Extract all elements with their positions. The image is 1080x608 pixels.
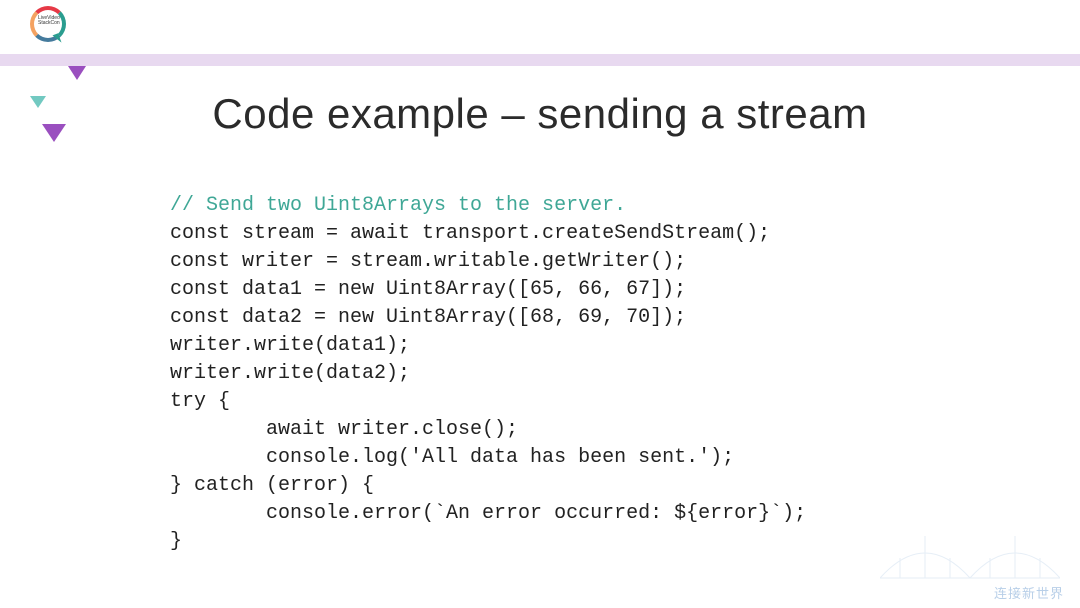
code-line: } xyxy=(170,530,182,553)
code-line: try { xyxy=(170,390,230,413)
code-line: console.log('All data has been sent.'); xyxy=(170,446,734,469)
logo-label: LiveVideo StackCon xyxy=(38,16,58,26)
code-line: const writer = stream.writable.getWriter… xyxy=(170,250,686,273)
conference-logo: LiveVideo StackCon xyxy=(30,6,74,50)
code-line: const data2 = new Uint8Array([68, 69, 70… xyxy=(170,306,686,329)
footer-watermark-text: 连接新世界 xyxy=(994,583,1064,602)
code-line: writer.write(data1); xyxy=(170,334,410,357)
code-line: } catch (error) { xyxy=(170,474,374,497)
header-accent-bar xyxy=(0,54,1080,66)
bridge-watermark-icon xyxy=(880,518,1060,588)
code-line: await writer.close(); xyxy=(170,418,518,441)
code-line: const stream = await transport.createSen… xyxy=(170,222,770,245)
code-comment: // Send two Uint8Arrays to the server. xyxy=(170,194,626,217)
code-example-block: // Send two Uint8Arrays to the server. c… xyxy=(170,192,806,556)
code-line: writer.write(data2); xyxy=(170,362,410,385)
decorative-triangle-icon xyxy=(68,66,86,80)
slide-title: Code example – sending a stream xyxy=(0,90,1080,138)
code-line: console.error(`An error occurred: ${erro… xyxy=(170,502,806,525)
code-line: const data1 = new Uint8Array([65, 66, 67… xyxy=(170,278,686,301)
